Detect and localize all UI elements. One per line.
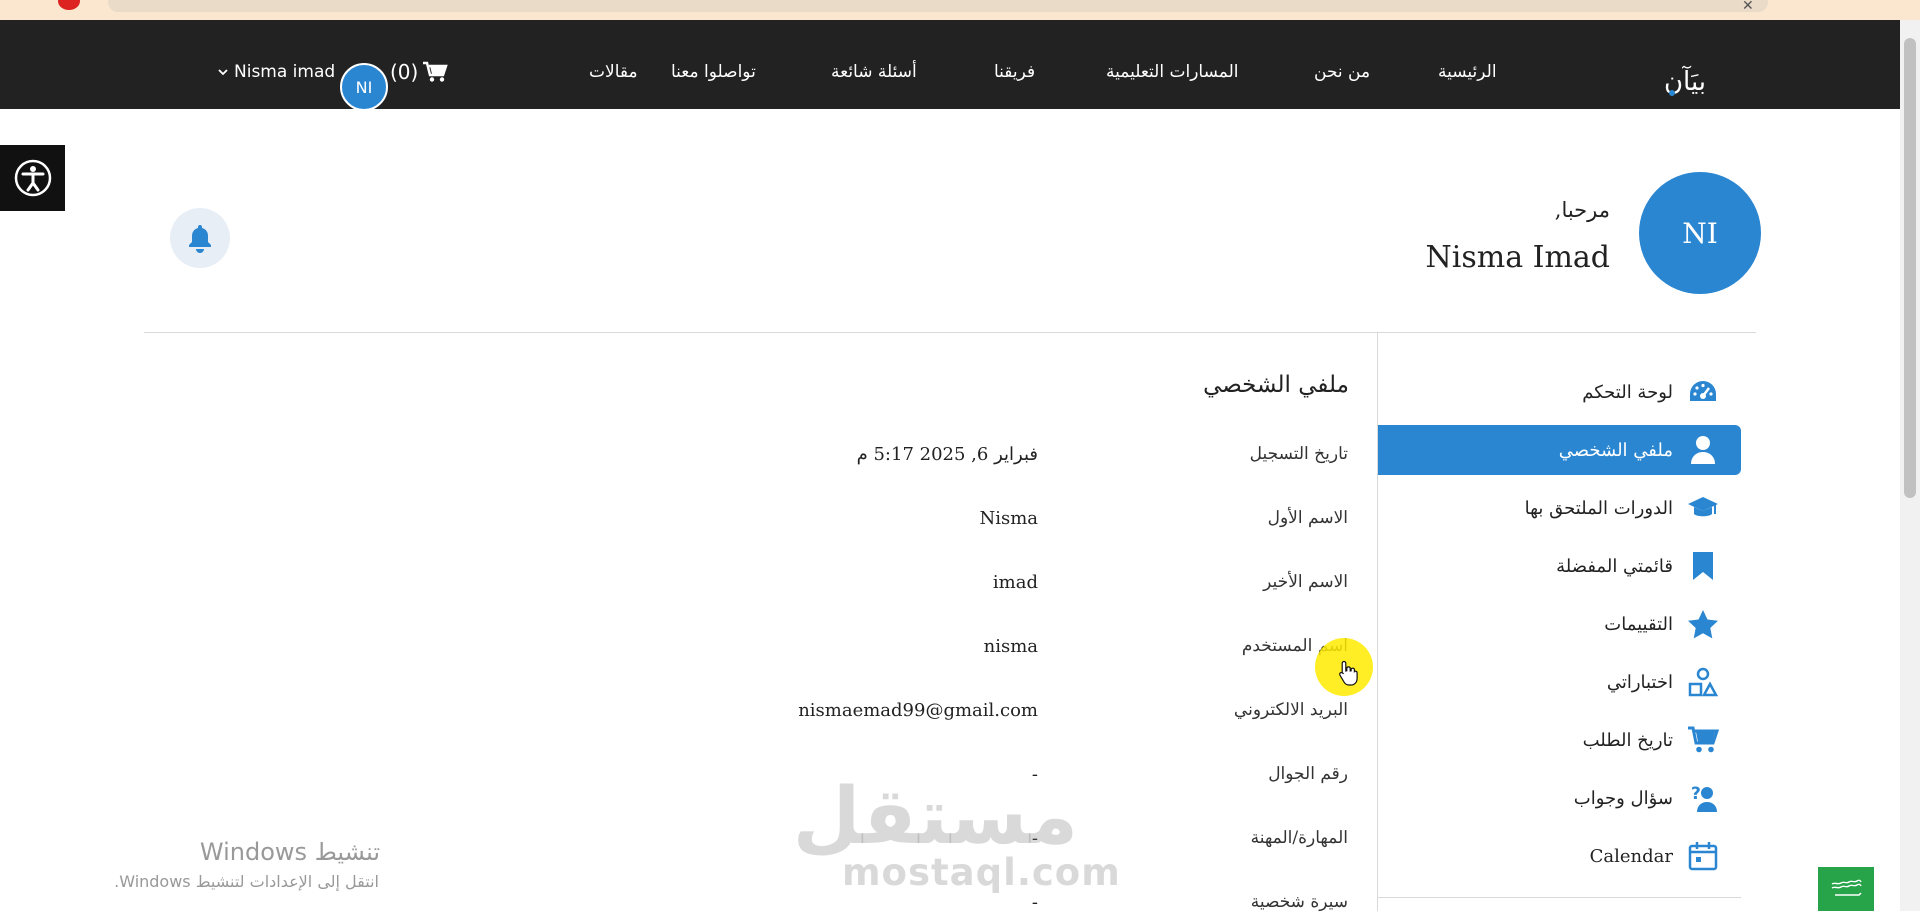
- scrollbar-thumb[interactable]: [1904, 38, 1916, 498]
- cart-button[interactable]: (0): [390, 60, 449, 84]
- nav-faq[interactable]: أسئلة شائعة: [831, 62, 917, 82]
- cart-icon: [1687, 724, 1719, 756]
- sidebar-item-label: قائمتي المفضلة: [1556, 555, 1673, 577]
- chevron-down-icon: [218, 69, 228, 76]
- nav-contact[interactable]: تواصلوا معنا: [671, 62, 756, 82]
- bookmark-icon: [1687, 550, 1719, 582]
- user-icon: [1687, 434, 1719, 466]
- sidebar-item-label: ملفي الشخصي: [1558, 439, 1673, 461]
- cart-icon: [423, 61, 449, 82]
- dashboard-gauge-icon: [1687, 376, 1719, 408]
- field-label-skill: المهارة/المهنة: [1250, 828, 1348, 848]
- saudi-flag-icon[interactable]: [1818, 867, 1874, 911]
- windows-activation-title: تنشيط Windows: [199, 838, 380, 866]
- sidebar-item-quizzes[interactable]: اختباراتي: [1378, 657, 1741, 707]
- sidebar-item-enrolled-courses[interactable]: الدورات الملتحق بها: [1378, 483, 1741, 533]
- greeting-text: مرحبا,: [1554, 198, 1610, 222]
- graduation-cap-icon: [1687, 492, 1719, 524]
- nav-about[interactable]: من نحن: [1314, 62, 1370, 82]
- field-label-bio: سيرة شخصية: [1250, 892, 1348, 912]
- watermark-arabic: مستقل: [792, 772, 1078, 862]
- sidebar-item-label: سؤال وجواب: [1573, 787, 1673, 809]
- sidebar-bottom-divider: [1377, 897, 1741, 898]
- nav-articles[interactable]: مقالات: [589, 62, 638, 82]
- sidebar-item-reviews[interactable]: التقييمات: [1378, 599, 1741, 649]
- sidebar-item-label: تاريخ الطلب: [1582, 729, 1673, 751]
- field-label-phone: رقم الجوال: [1268, 764, 1348, 784]
- star-icon: [1687, 608, 1719, 640]
- address-bar[interactable]: [108, 0, 1768, 12]
- sidebar-item-wishlist[interactable]: قائمتي المفضلة: [1378, 541, 1741, 591]
- field-label-first-name: الاسم الأول: [1267, 508, 1348, 528]
- sidebar-item-dashboard[interactable]: لوحة التحكم: [1378, 367, 1741, 417]
- notifications-button[interactable]: [170, 208, 230, 268]
- user-menu[interactable]: Nisma imad: [218, 62, 335, 82]
- sidebar-item-calendar[interactable]: Calendar: [1378, 831, 1741, 881]
- cart-count: (0): [390, 60, 419, 84]
- user-name: Nisma imad: [234, 62, 336, 82]
- field-label-email: البريد الالكتروني: [1233, 700, 1348, 720]
- calendar-icon: [1687, 840, 1719, 872]
- watermark-latin: mostaql.com: [842, 851, 1121, 894]
- browser-record-icon: [58, 0, 80, 10]
- nav-learning-paths[interactable]: المسارات التعليمية: [1106, 62, 1238, 82]
- close-icon[interactable]: ✕: [1742, 0, 1754, 14]
- site-logo[interactable]: بيَآن: [1656, 62, 1714, 100]
- accessibility-button[interactable]: [0, 145, 65, 211]
- profile-avatar: NI: [1639, 172, 1761, 294]
- svg-text:?: ?: [1691, 784, 1701, 804]
- accessibility-icon: [14, 159, 51, 197]
- field-value-registration-date: فبراير 6, 2025 5:17 م: [856, 444, 1038, 465]
- windows-activation-subtitle: انتقل إلى الإعدادات لتنشيط Windows.: [114, 872, 379, 891]
- field-value-username: nisma: [983, 636, 1038, 657]
- mostaql-watermark: مستقل mostaql.com: [792, 772, 1121, 894]
- nav-team[interactable]: فريقنا: [994, 62, 1035, 82]
- sidebar-item-profile[interactable]: ملفي الشخصي: [1378, 425, 1741, 475]
- field-value-bio: -: [1031, 892, 1038, 913]
- profile-title: ملفي الشخصي: [1203, 372, 1349, 398]
- sidebar-item-label: الدورات الملتحق بها: [1524, 497, 1673, 519]
- sidebar-item-label: Calendar: [1589, 845, 1673, 867]
- sidebar-item-order-history[interactable]: تاريخ الطلب: [1378, 715, 1741, 765]
- top-navbar: بيَآن الرئيسية من نحن المسارات التعليمية…: [0, 20, 1900, 111]
- bell-icon: [189, 225, 211, 253]
- browser-top-strip: ✕: [0, 0, 1920, 20]
- sidebar-item-label: لوحة التحكم: [1582, 381, 1673, 403]
- header-divider: [144, 332, 1756, 333]
- sidebar-item-label: اختباراتي: [1606, 671, 1673, 693]
- quiz-shapes-icon: [1687, 666, 1719, 698]
- question-answer-icon: ?: [1687, 782, 1719, 814]
- field-value-email: nismaemad99@gmail.com: [798, 700, 1038, 721]
- field-value-last-name: imad: [992, 572, 1038, 593]
- sidebar-item-label: التقييمات: [1604, 613, 1673, 635]
- hand-cursor-icon: [1339, 660, 1358, 686]
- user-full-name: Nisma Imad: [1425, 240, 1611, 275]
- field-label-registration-date: تاريخ التسجيل: [1249, 444, 1348, 464]
- field-label-last-name: الاسم الأخير: [1263, 572, 1348, 592]
- sidebar-item-qa[interactable]: سؤال وجواب ?: [1378, 773, 1741, 823]
- field-value-first-name: Nisma: [979, 508, 1038, 529]
- nav-avatar[interactable]: NI: [340, 63, 388, 111]
- nav-home[interactable]: الرئيسية: [1438, 62, 1497, 82]
- page-scrollbar[interactable]: [1900, 20, 1920, 911]
